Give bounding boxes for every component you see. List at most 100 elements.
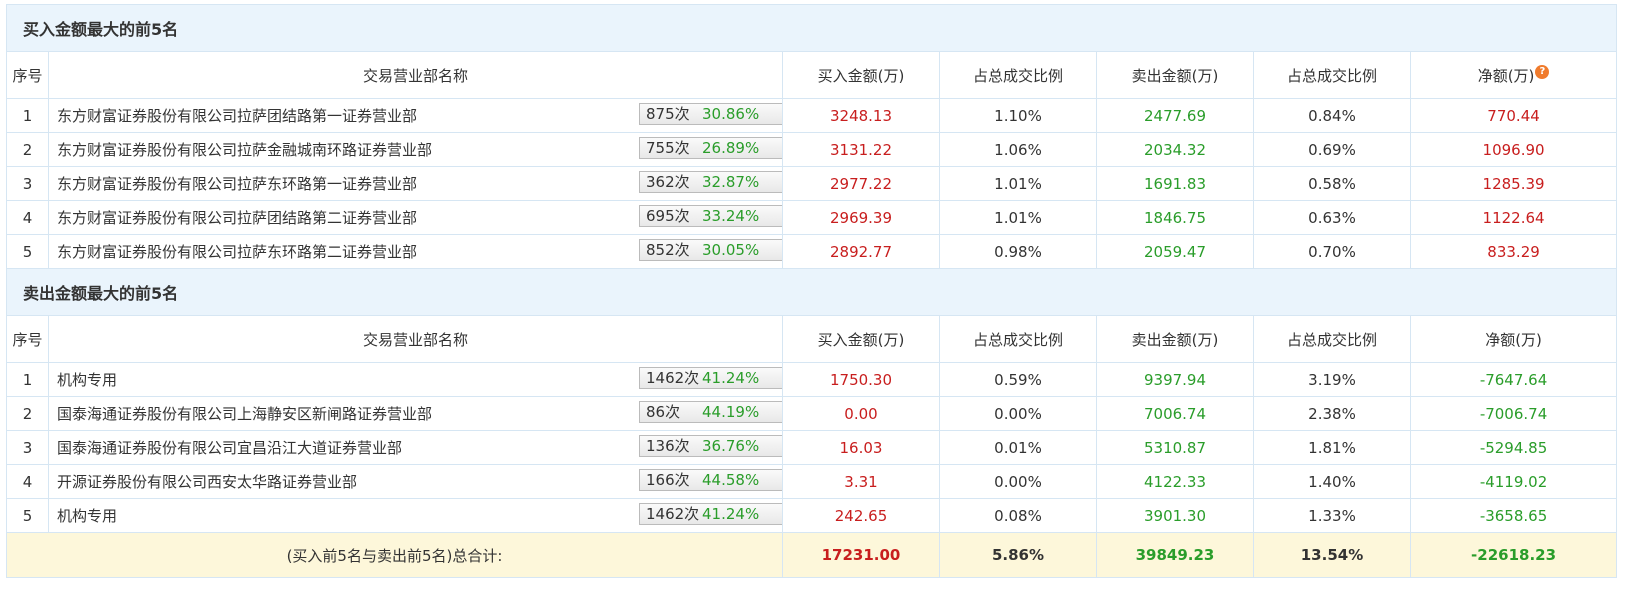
broker-cell: 东方财富证券股份有限公司拉萨金融城南环路证券营业部 755次 26.89% [48,132,783,167]
sell-ratio: 0.84% [1253,98,1411,133]
col-buy-ratio: 占总成交比例 [939,315,1097,363]
broker-name[interactable]: 东方财富证券股份有限公司拉萨金融城南环路证券营业部 [57,141,432,159]
broker-cell: 东方财富证券股份有限公司拉萨团结路第二证券营业部 695次 33.24% [48,200,783,235]
table-row: 4 开源证券股份有限公司西安太华路证券营业部 166次 44.58% 3.31 0.00%… [6,464,1618,499]
buy-amount: 3131.22 [782,132,940,167]
trade-count: 136次 [646,437,690,455]
trade-count: 852次 [646,241,690,259]
total-buy: 17231.00 [782,532,940,578]
trade-count: 86次 [646,403,681,421]
broker-stat-badge[interactable]: 852次 30.05% [639,239,782,261]
col-sell: 卖出金额(万) [1096,315,1254,363]
table-row: 5 机构专用 1462次 41.24% 242.65 0.08% 3901.30 1.33% -… [6,498,1618,533]
broker-table: 买入金额最大的前5名 序号 交易营业部名称 买入金额(万) 占总成交比例 卖出金… [5,4,1618,578]
broker-cell: 国泰海通证券股份有限公司上海静安区新闸路证券营业部 86次 44.19% [48,396,783,431]
broker-name[interactable]: 国泰海通证券股份有限公司宜昌沿江大道证券营业部 [57,439,402,457]
broker-name[interactable]: 国泰海通证券股份有限公司上海静安区新闸路证券营业部 [57,405,432,423]
buy-amount: 3.31 [782,464,940,499]
trade-count: 1462次 [646,505,700,523]
trade-count: 166次 [646,471,690,489]
broker-cell: 东方财富证券股份有限公司拉萨东环路第一证券营业部 362次 32.87% [48,166,783,201]
sell-amount: 1691.83 [1096,166,1254,201]
broker-name[interactable]: 开源证券股份有限公司西安太华路证券营业部 [57,473,357,491]
sell-amount: 2034.32 [1096,132,1254,167]
broker-stat-badge[interactable]: 166次 44.58% [639,469,782,491]
col-buy-ratio: 占总成交比例 [939,51,1097,99]
win-rate: 30.05% [702,241,760,259]
total-sell-ratio: 13.54% [1253,532,1411,578]
table-row: 3 东方财富证券股份有限公司拉萨东环路第一证券营业部 362次 32.87% 2977.… [6,166,1618,201]
buy-amount: 3248.13 [782,98,940,133]
dragon-tiger-list: 买入金额最大的前5名 序号 交易营业部名称 买入金额(万) 占总成交比例 卖出金… [5,4,1618,578]
row-index: 2 [6,396,49,431]
broker-cell: 东方财富证券股份有限公司拉萨团结路第一证券营业部 875次30.86%? [48,98,783,133]
sell-ratio: 1.40% [1253,464,1411,499]
buy-ratio: 0.00% [939,464,1097,499]
buy-ratio: 1.01% [939,166,1097,201]
row-index: 5 [6,498,49,533]
col-buy: 买入金额(万) [782,315,940,363]
net-amount: -7647.64 [1409,362,1618,397]
win-rate: 32.87% [702,173,760,191]
col-sell-ratio: 占总成交比例 [1253,51,1411,99]
broker-name[interactable]: 东方财富证券股份有限公司拉萨团结路第一证券营业部 [57,107,417,125]
win-rate: 36.76% [702,437,760,455]
win-rate: 41.24% [702,505,760,523]
row-index: 1 [6,98,49,133]
buy-ratio: 1.01% [939,200,1097,235]
buy-ratio: 0.08% [939,498,1097,533]
buy-column-headers: 序号 交易营业部名称 买入金额(万) 占总成交比例 卖出金额(万) 占总成交比例… [6,51,1618,99]
broker-stat-badge[interactable]: 136次 36.76% [639,435,782,457]
win-rate: 44.19% [702,403,760,421]
total-row: (买入前5名与卖出前5名)总合计: 17231.00 5.86% 39849.2… [6,532,1618,578]
broker-name[interactable]: 东方财富证券股份有限公司拉萨东环路第二证券营业部 [57,243,417,261]
broker-name[interactable]: 机构专用 [57,371,117,389]
broker-name[interactable]: 东方财富证券股份有限公司拉萨团结路第二证券营业部 [57,209,417,227]
buy-amount: 2977.22 [782,166,940,201]
sell-ratio: 2.38% [1253,396,1411,431]
broker-stat-badge[interactable]: 1462次41.24%? [639,367,782,389]
broker-name[interactable]: 东方财富证券股份有限公司拉萨东环路第一证券营业部 [57,175,417,193]
sell-ratio: 1.33% [1253,498,1411,533]
broker-stat-badge[interactable]: 695次 33.24% [639,205,782,227]
table-row: 1 东方财富证券股份有限公司拉萨团结路第一证券营业部 875次30.86%?3248… [6,98,1618,133]
net-amount: -5294.85 [1409,430,1618,465]
sell-amount: 1846.75 [1096,200,1254,235]
table-row: 2 东方财富证券股份有限公司拉萨金融城南环路证券营业部 755次 26.89% 3131… [6,132,1618,167]
net-amount: -4119.02 [1409,464,1618,499]
trade-count: 1462次 [646,369,700,387]
row-index: 2 [6,132,49,167]
table-row: 3 国泰海通证券股份有限公司宜昌沿江大道证券营业部 136次 36.76% 16.03 0… [6,430,1618,465]
total-buy-ratio: 5.86% [939,532,1097,578]
col-broker: 交易营业部名称 [48,51,783,99]
buy-amount: 0.00 [782,396,940,431]
sell-amount: 9397.94 [1096,362,1254,397]
table-row: 1 机构专用 1462次41.24%?1750.300.59%9397.943.19… [6,362,1618,397]
buy-ratio: 0.01% [939,430,1097,465]
net-amount: -7006.74 [1409,396,1618,431]
total-label: (买入前5名与卖出前5名)总合计: [6,532,783,578]
broker-stat-badge[interactable]: 362次 32.87% [639,171,782,193]
total-sell: 39849.23 [1096,532,1254,578]
row-index: 4 [6,464,49,499]
trade-count: 755次 [646,139,690,157]
buy-amount: 242.65 [782,498,940,533]
net-amount: 770.44 [1409,98,1618,133]
broker-stat-badge[interactable]: 1462次 41.24% [639,503,782,525]
buy-section-header: 买入金额最大的前5名 [5,4,1618,52]
win-rate: 30.86% [702,105,760,123]
sell-amount: 2059.47 [1096,234,1254,269]
sell-ratio: 0.70% [1253,234,1411,269]
broker-stat-badge[interactable]: 86次 44.19% [639,401,782,423]
win-rate: 44.58% [702,471,760,489]
sell-amount: 3901.30 [1096,498,1254,533]
broker-stat-badge[interactable]: 875次30.86%? [639,103,782,125]
broker-stat-badge[interactable]: 755次 26.89% [639,137,782,159]
col-buy: 买入金额(万) [782,51,940,99]
broker-cell: 机构专用 1462次41.24%? [48,362,783,397]
net-help-icon[interactable]: ? [1535,64,1550,79]
trade-count: 362次 [646,173,690,191]
col-sell: 卖出金额(万) [1096,51,1254,99]
col-net: 净额(万) [1409,315,1618,363]
broker-name[interactable]: 机构专用 [57,507,117,525]
